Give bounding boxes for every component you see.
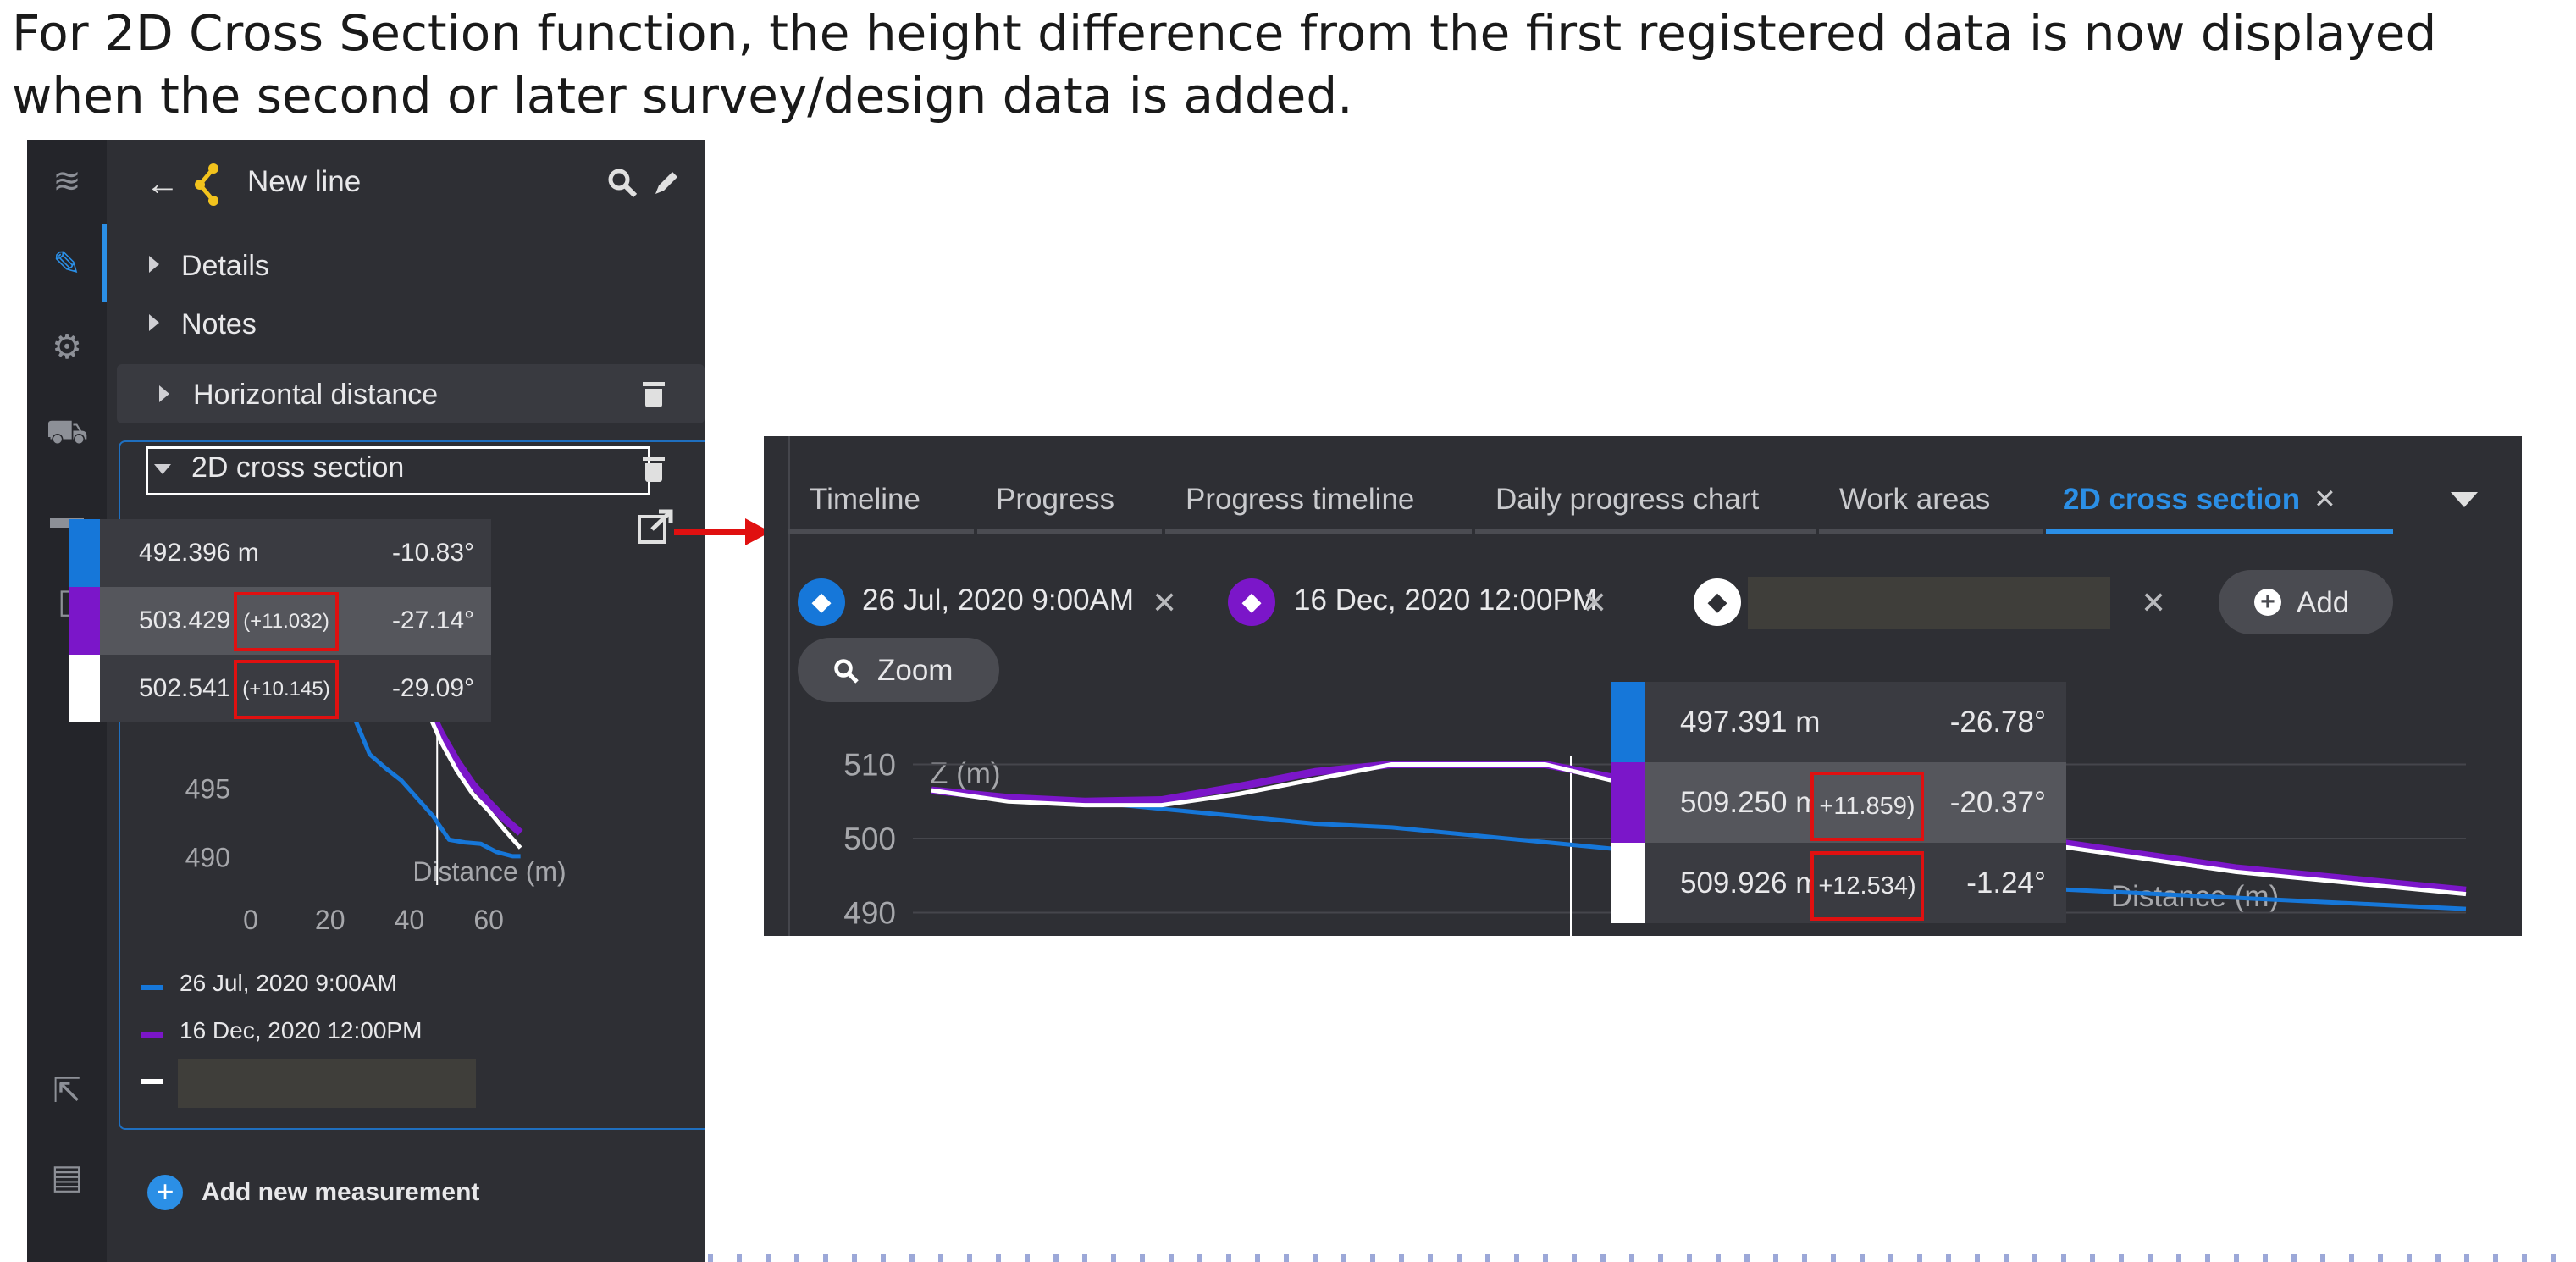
tooltip-angle: -29.09°	[391, 674, 474, 702]
legend-label: 16 Dec, 2020 12:00PM	[180, 1017, 423, 1043]
cross-section-window: Timeline Progress Progress timeline Dail…	[764, 436, 2522, 936]
add-circle-icon[interactable]: +	[147, 1175, 183, 1210]
y-tick-label: 510	[843, 748, 896, 783]
series-swatch	[1611, 682, 1645, 762]
add-measurement-button[interactable]: Add new measurement	[202, 1178, 479, 1207]
tooltip-value: 497.391 m	[1680, 706, 1821, 739]
legend-label: 26 Jul, 2020 9:00AM	[180, 970, 397, 996]
y-axis-label: Z (m)	[930, 757, 1001, 790]
legend-name-field[interactable]	[178, 1059, 476, 1108]
tooltip-row: 492.396 m -10.83°	[100, 519, 491, 587]
caption-text: For 2D Cross Section function, the heigh…	[12, 4, 2437, 125]
height-diff-highlight: +12.534)	[1810, 851, 1924, 921]
x-tick-label: 20	[315, 905, 345, 935]
legend-swatch	[141, 1079, 163, 1084]
export-icon[interactable]: ⇱	[46, 1070, 88, 1112]
legend-swatch	[141, 1032, 163, 1038]
tooltip-value: 509.926 m	[1680, 866, 1821, 899]
pdf-icon[interactable]: ▤	[46, 1156, 88, 1198]
tooltip-angle: -1.24°	[1966, 866, 2046, 899]
tooltip-value: 509.250 m	[1680, 786, 1821, 819]
tooltip-angle: -20.37°	[1949, 786, 2046, 819]
y-tick-label: 490	[843, 896, 896, 931]
series-swatch	[1611, 762, 1645, 843]
tooltip-value: 492.396 m	[139, 539, 259, 567]
left-hover-tooltip: 492.396 m -10.83° 503.429 m -27.14° 502.…	[69, 519, 491, 722]
tooltip-angle: -10.83°	[391, 539, 474, 567]
y-tick-label: 490	[185, 843, 230, 873]
series-swatch	[69, 655, 100, 722]
series-swatch	[69, 587, 100, 655]
series-swatch	[1611, 843, 1645, 923]
x-tick-label: 40	[395, 905, 425, 935]
height-diff-highlight: (+10.145)	[234, 660, 339, 719]
y-tick-label: 500	[843, 822, 896, 856]
height-diff-highlight: (+11.032)	[234, 592, 339, 651]
height-diff-highlight: +11.859)	[1810, 772, 1924, 841]
y-tick-label: 495	[185, 773, 230, 804]
tooltip-row: 497.391 m -26.78°	[1645, 682, 2066, 762]
x-axis-label: Distance (m)	[412, 856, 566, 887]
measurement-panel: ≋ ✎ ⚙ ⛟ ▬ ▯ ⇱ ▤ ← New line Details Notes…	[27, 140, 705, 1262]
x-tick-label: 0	[243, 905, 258, 935]
red-arrow-shaft	[674, 529, 747, 535]
x-tick-label: 60	[473, 905, 504, 935]
tooltip-angle: -26.78°	[1949, 706, 2046, 739]
right-hover-tooltip: 497.391 m -26.78° 509.250 m -20.37° 509.…	[1611, 682, 2066, 923]
series-swatch	[69, 519, 100, 587]
tooltip-angle: -27.14°	[391, 606, 474, 634]
dashed-border	[708, 1254, 2576, 1262]
legend-swatch	[141, 985, 163, 990]
